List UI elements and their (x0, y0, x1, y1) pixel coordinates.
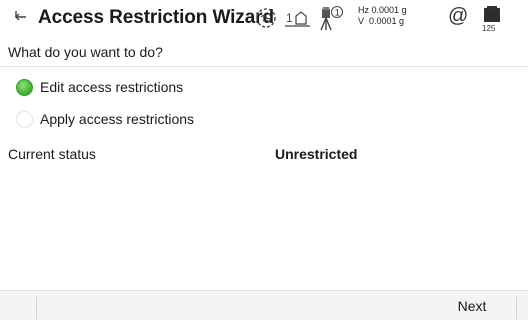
wizard-prompt: What do you want to do? (8, 44, 163, 60)
option-edit-restrictions[interactable]: Edit access restrictions (0, 73, 528, 103)
option-apply-restrictions[interactable]: Apply access restrictions (0, 105, 528, 135)
battery-label: 125 (482, 24, 496, 33)
softkey-divider (516, 297, 517, 319)
globe-icon[interactable] (254, 6, 278, 30)
divider (0, 66, 528, 67)
access-restriction-wizard: Access Restriction Wizard 1 1 Hz 0.0001 … (0, 0, 528, 320)
option-label: Edit access restrictions (40, 79, 184, 95)
title-bar: Access Restriction Wizard 1 1 Hz 0.0001 … (0, 0, 528, 38)
softkey-divider (36, 297, 37, 319)
current-status-row: Current status Unrestricted (0, 146, 528, 166)
at-icon[interactable]: @ (448, 5, 468, 28)
back-arrow-icon[interactable] (13, 9, 31, 27)
status-label: Current status (8, 146, 96, 162)
battery-icon[interactable]: 125 (481, 4, 505, 34)
softkey-bar: Next (0, 290, 528, 320)
face-label: 1 (286, 11, 293, 25)
angle-readout: Hz 0.0001 g V 0.0001 g (358, 5, 407, 27)
status-value: Unrestricted (275, 146, 358, 162)
radio-unselected[interactable] (16, 111, 33, 128)
option-label: Apply access restrictions (40, 111, 195, 127)
hz-value: Hz 0.0001 g (358, 5, 407, 15)
v-value: V 0.0001 g (358, 16, 405, 26)
next-button[interactable]: Next (430, 291, 514, 320)
page-title: Access Restriction Wizard (38, 7, 274, 28)
face-one-icon[interactable]: 1 (284, 6, 314, 30)
radio-selected[interactable] (16, 79, 33, 96)
tripod-one-icon[interactable]: 1 (318, 4, 344, 32)
tripod-label: 1 (335, 8, 340, 18)
